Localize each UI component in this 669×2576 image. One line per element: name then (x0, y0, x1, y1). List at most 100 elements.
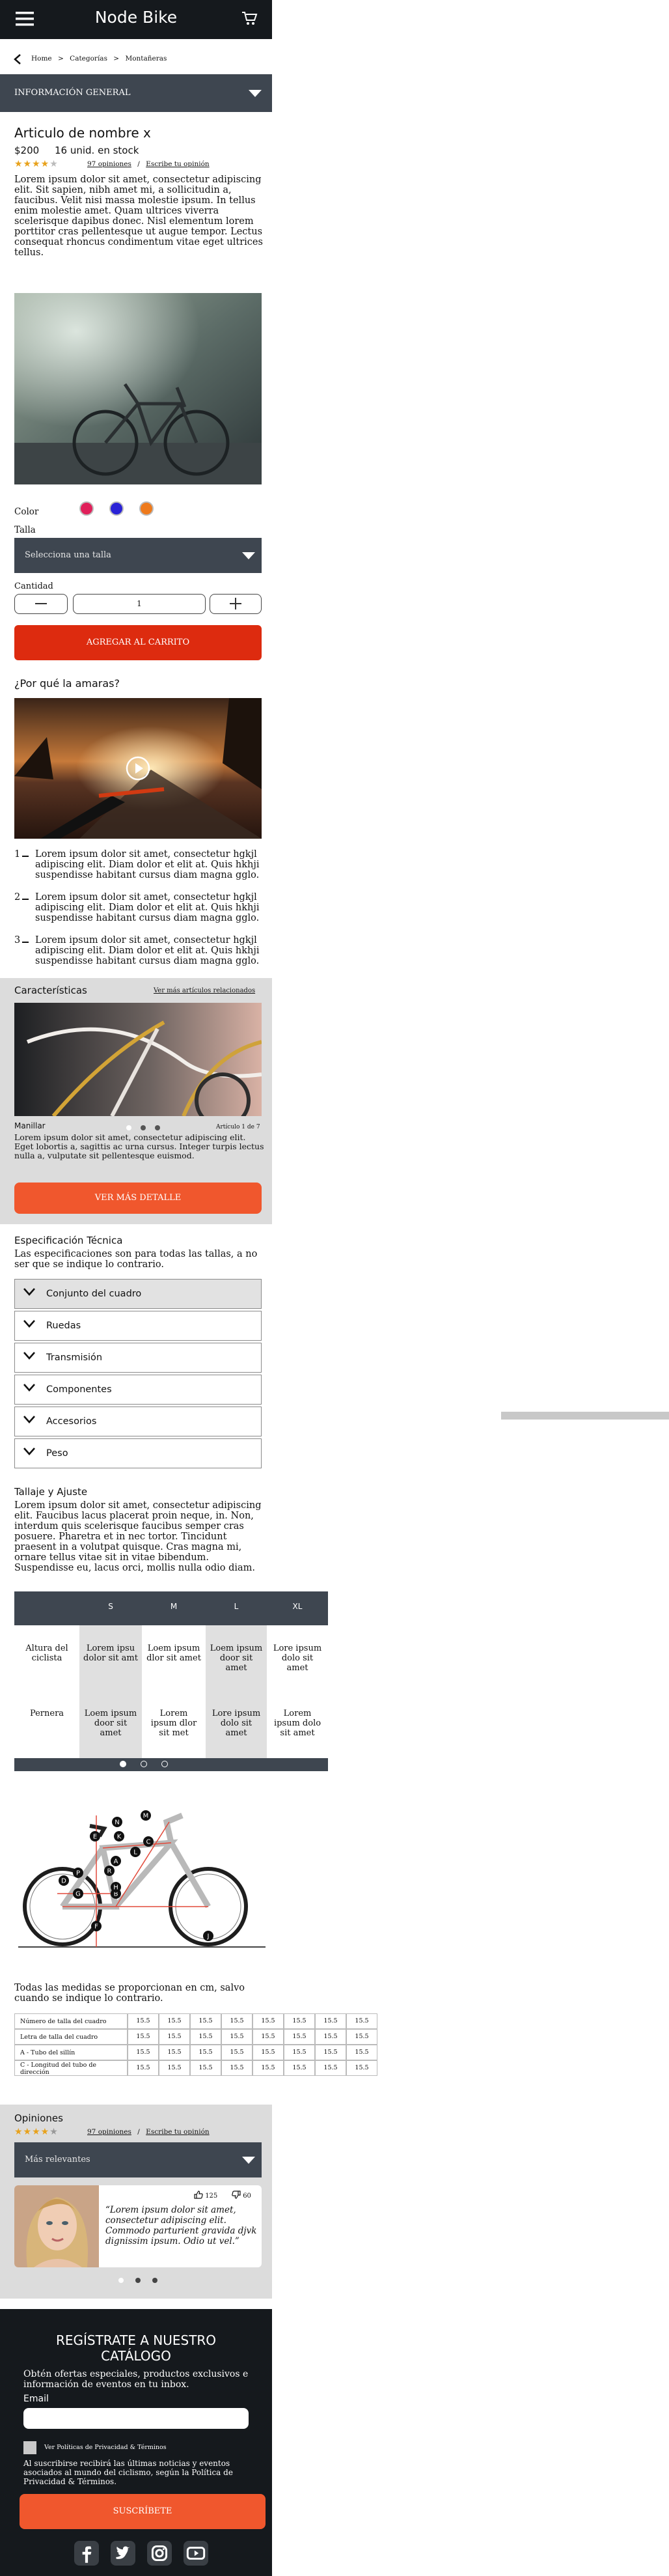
size-header: XL (292, 1602, 303, 1611)
twitter-icon[interactable] (111, 2541, 135, 2566)
diagram-marker-label: M (143, 1813, 149, 1820)
facebook-icon[interactable] (74, 2541, 99, 2566)
size-cell: Lorem ipsu dolor sit amt (83, 1644, 138, 1663)
spec-cell: 15.5 (128, 2045, 159, 2060)
review-quote: “Lorem ipsum dolor sit amet, consectetur… (105, 2205, 257, 2247)
why-video[interactable] (14, 698, 262, 839)
spec-section-row[interactable]: Accesorios (14, 1407, 262, 1436)
review-carousel-dot[interactable] (135, 2278, 141, 2283)
reviews-link[interactable]: 97 opiniones (87, 160, 131, 168)
size-table-dot[interactable] (161, 1761, 168, 1767)
size-table-dot[interactable] (120, 1761, 126, 1767)
sort-select[interactable]: Más relevantes (14, 2142, 262, 2177)
spec-cell: 15.5 (315, 2013, 346, 2029)
tech-spec-intro: Las especificaciones son para todas las … (14, 1249, 258, 1270)
write-opinion-link[interactable]: Escribe tu opinión (146, 2128, 210, 2136)
opinions-count-link[interactable]: 97 opiniones (87, 2128, 131, 2136)
reviewer-avatar (14, 2185, 99, 2267)
spec-cell: 15.5 (159, 2013, 190, 2029)
spec-cell: 15.5 (346, 2029, 377, 2045)
review-carousel-dot[interactable] (118, 2278, 124, 2283)
quantity-increment-button[interactable] (210, 594, 262, 614)
breadcrumb-sep: > (113, 55, 120, 63)
spec-section-label: Componentes (46, 1384, 112, 1395)
add-to-cart-button[interactable]: AGREGAR AL CARRITO (14, 625, 262, 660)
product-price: $200 (14, 145, 40, 156)
chevron-down-icon (23, 1383, 36, 1392)
cart-icon[interactable] (241, 10, 258, 27)
spec-cell: 15.5 (128, 2060, 159, 2076)
why-item-dash (22, 856, 29, 857)
product-image (14, 293, 262, 484)
related-items-link[interactable]: Ver más artículos relacionados (154, 987, 255, 994)
diagram-marker-label: P (76, 1870, 80, 1877)
privacy-policy-link[interactable]: Ver Políticas de Privacidad & Términos (44, 2444, 167, 2451)
caret-down-icon (242, 552, 255, 560)
color-swatch[interactable] (139, 501, 154, 516)
carousel-dot[interactable] (126, 1125, 131, 1130)
spec-section-label: Peso (46, 1448, 68, 1459)
subscribe-button[interactable]: SUSCRÍBETE (20, 2494, 266, 2529)
back-arrow-icon[interactable] (13, 53, 22, 65)
spec-cell: 15.5 (253, 2045, 284, 2060)
size-header: M (170, 1602, 178, 1611)
chevron-down-icon (23, 1447, 36, 1456)
spec-cell: 15.5 (315, 2029, 346, 2045)
diagram-marker-label: C (146, 1839, 151, 1846)
quantity-input[interactable]: 1 (73, 594, 206, 614)
product-description: Lorem ipsum dolor sit amet, consectetur … (14, 175, 263, 258)
size-select[interactable]: Selecciona una talla (14, 538, 262, 573)
spec-section-row[interactable]: Ruedas (14, 1311, 262, 1341)
color-swatch[interactable] (109, 501, 124, 516)
spec-cell: 15.5 (190, 2060, 221, 2076)
size-table-dot[interactable] (141, 1761, 147, 1767)
carousel-dot[interactable] (141, 1125, 146, 1130)
diagram-marker-label: N (115, 1819, 119, 1827)
sizing-title: Tallaje y Ajuste (14, 1486, 88, 1498)
instagram-icon[interactable] (147, 2541, 172, 2566)
breadcrumb-categories[interactable]: Categorías (70, 55, 107, 63)
review-sep: / (137, 160, 140, 168)
size-cell: Loem ipsum dlor sit amet (146, 1644, 201, 1663)
bike-frame (60, 1812, 211, 1910)
feature-image (14, 1003, 262, 1116)
newsletter-subtitle: Obtén ofertas especiales, productos excl… (23, 2369, 249, 2390)
carousel-dot[interactable] (155, 1125, 160, 1130)
spec-section-label: Transmisión (46, 1352, 103, 1363)
spec-row-label: Número de talla del cuadro (14, 2013, 128, 2029)
feature-counter: Artículo 1 de 7 (216, 1124, 260, 1130)
caret-down-icon (249, 90, 262, 98)
dislike-button[interactable]: 60 (232, 2191, 251, 2200)
spec-cell: 15.5 (159, 2029, 190, 2045)
size-table-pager (14, 1758, 328, 1771)
spec-cell: 15.5 (315, 2060, 346, 2076)
size-select-value: Selecciona una talla (25, 550, 111, 560)
spec-section-row[interactable]: Conjunto del cuadro (14, 1279, 262, 1309)
general-info-dropdown[interactable]: INFORMACIÓN GENERAL (0, 74, 272, 112)
spec-section-row[interactable]: Componentes (14, 1375, 262, 1405)
why-item-number: 3 (14, 935, 21, 945)
size-cell: Lore ipsum dolo sit amet (273, 1644, 322, 1673)
write-review-link[interactable]: Escribe tu opinión (146, 160, 210, 168)
spec-section-row[interactable]: Peso (14, 1438, 262, 1468)
youtube-icon[interactable] (184, 2541, 208, 2566)
breadcrumb-current[interactable]: Montañeras (125, 55, 167, 63)
app-title[interactable]: Node Bike (0, 8, 272, 27)
spec-row-label: A - Tubo del sillín (14, 2045, 128, 2060)
color-swatch[interactable] (79, 501, 94, 516)
like-button[interactable]: 125 (194, 2191, 217, 2200)
quantity-decrement-button[interactable] (14, 594, 68, 614)
bike-geometry-diagram: ABCDEFGHJKLMNPR (18, 1796, 266, 1952)
play-icon[interactable] (126, 756, 150, 781)
general-info-label: INFORMACIÓN GENERAL (14, 88, 131, 98)
breadcrumb-home[interactable]: Home (31, 55, 52, 63)
spec-section-row[interactable]: Transmisión (14, 1343, 262, 1373)
spec-cell: 15.5 (159, 2060, 190, 2076)
email-input[interactable] (23, 2408, 249, 2429)
spec-cell: 15.5 (284, 2060, 315, 2076)
spec-cell: 15.5 (128, 2013, 159, 2029)
diagram-marker-label: D (61, 1878, 66, 1885)
review-carousel-dot[interactable] (152, 2278, 157, 2283)
view-more-detail-button[interactable]: VER MÁS DETALLE (14, 1183, 262, 1214)
privacy-checkbox[interactable] (23, 2441, 36, 2454)
